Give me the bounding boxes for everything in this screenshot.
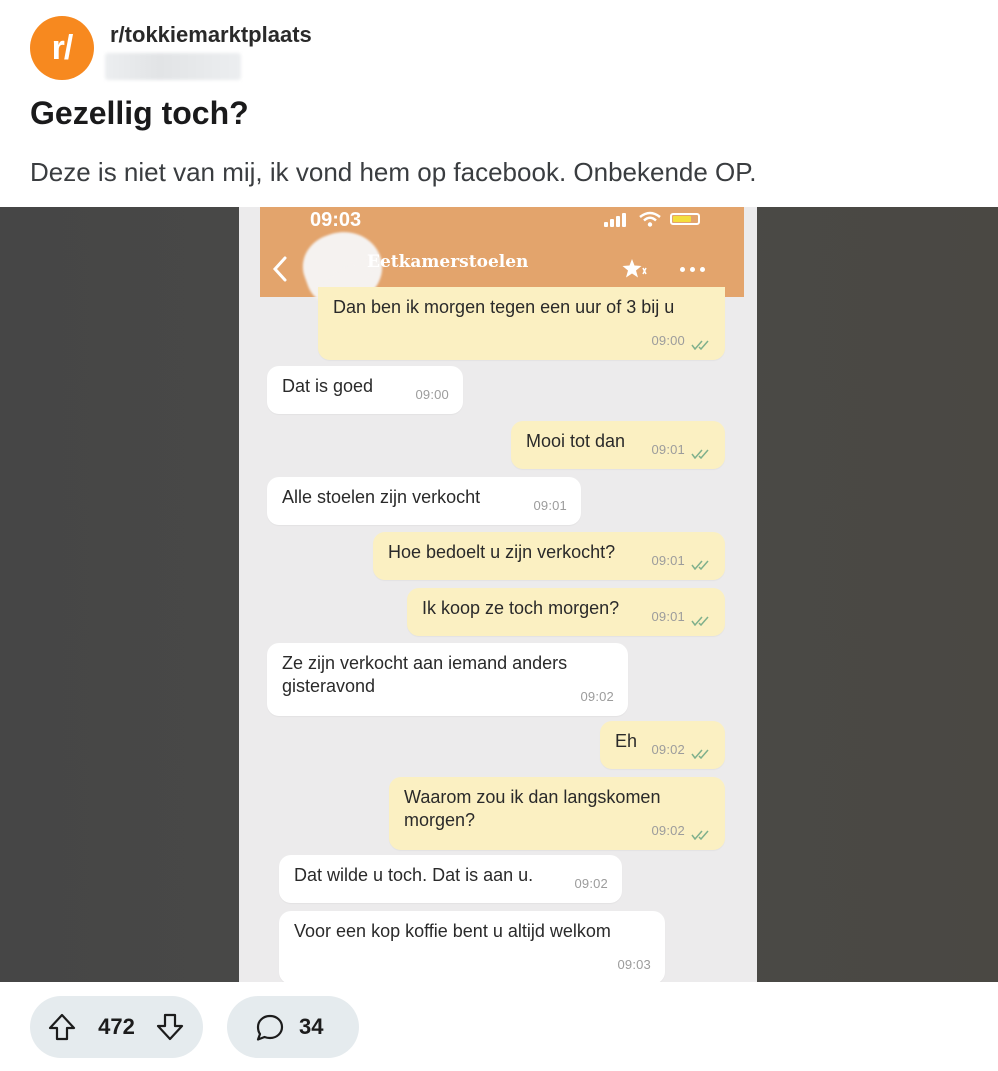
message-time: 09:00 [415,387,449,402]
status-icons [594,211,704,231]
subreddit-avatar[interactable]: r/ [30,16,94,80]
downvote-icon[interactable] [154,1011,186,1043]
chat-message: Waarom zou ik dan langskomen morgen? 09:… [389,777,725,850]
subreddit-name[interactable]: r/tokkiemarktplaats [110,22,312,48]
author-redacted [105,53,241,80]
chat-message: Alle stoelen zijn verkocht 09:01 [267,477,581,525]
comments-button[interactable]: 34 [227,996,359,1058]
message-time: 09:02 [651,823,685,838]
comment-count: 34 [299,1014,324,1039]
post-title[interactable]: Gezellig toch? [30,95,249,132]
read-receipt-icon [691,749,709,759]
message-text: Hoe bedoelt u zijn verkocht? [388,542,616,562]
message-text: Dan ben ik morgen tegen een uur of 3 bij… [333,297,675,317]
chat-message: Eh 09:02 [600,721,725,769]
chat-message: Mooi tot dan 09:01 [511,421,725,469]
chat-message: Dat wilde u toch. Dat is aan u. 09:02 [279,855,622,903]
read-receipt-icon [691,340,709,350]
status-time: 09:03 [310,209,362,231]
star-icon [622,259,647,278]
message-text: Ze zijn verkocht aan iemand anders giste… [282,653,568,696]
read-receipt-icon [691,830,709,840]
chat-title: Eetkamerstoelen [367,252,529,272]
read-receipt-icon [691,560,709,570]
message-time: 09:01 [651,553,685,568]
back-icon [272,256,287,282]
message-text: Dat is goed [282,376,374,396]
chat-message: Hoe bedoelt u zijn verkocht? 09:01 [373,532,725,580]
comment-icon [256,1014,284,1041]
read-receipt-icon [691,616,709,626]
signal-icon [604,213,630,227]
wifi-icon [639,211,661,227]
message-time: 09:02 [574,876,608,891]
chat-message: Dat is goed 09:00 [267,366,463,414]
message-text: Dat wilde u toch. Dat is aan u. [294,865,534,885]
chat-screenshot: 09:03 Eetkamerstoelen Dan ben ik morgen … [239,207,757,982]
post-body: Deze is niet van mij, ik vond hem op fac… [30,157,757,187]
message-time: 09:01 [651,442,685,457]
read-receipt-icon [691,449,709,459]
post-header: r/ r/tokkiemarktplaats [30,16,970,86]
message-text: Alle stoelen zijn verkocht [282,487,481,507]
vote-control: 472 [30,996,203,1058]
chat-message: Dan ben ik morgen tegen een uur of 3 bij… [318,287,725,360]
chat-message: Voor een kop koffie bent u altijd welkom… [279,911,665,982]
message-time: 09:00 [651,333,685,348]
message-text: Mooi tot dan [526,431,626,451]
chat-message: Ze zijn verkocht aan iemand anders giste… [267,643,628,716]
chat-header: 09:03 Eetkamerstoelen [260,207,744,316]
message-text: Voor een kop koffie bent u altijd welkom [294,921,611,941]
chat-message: Ik koop ze toch morgen? 09:01 [407,588,725,636]
message-time: 09:02 [580,689,614,704]
battery-icon [670,213,700,225]
message-time: 09:03 [617,957,651,972]
message-text: Eh [615,731,638,751]
message-time: 09:02 [651,742,685,757]
post-image[interactable]: 09:03 Eetkamerstoelen Dan ben ik morgen … [0,207,998,982]
message-time: 09:01 [533,498,567,513]
message-text: Ik koop ze toch morgen? [422,598,620,618]
message-time: 09:01 [651,609,685,624]
message-text: Waarom zou ik dan langskomen morgen? [404,787,661,830]
more-icon [676,259,708,279]
